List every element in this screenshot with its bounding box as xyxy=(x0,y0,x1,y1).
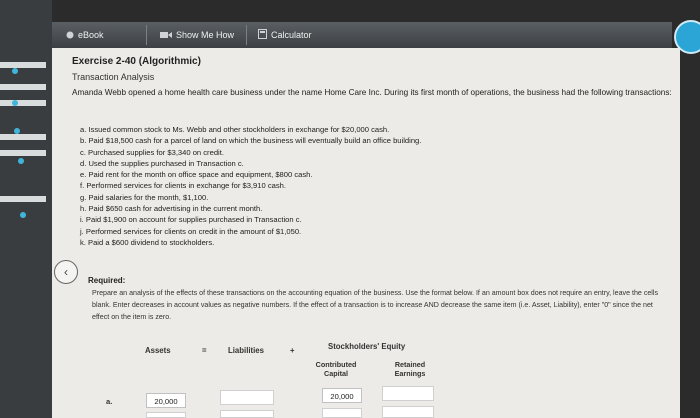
list-item: e. Paid rent for the month on office spa… xyxy=(80,170,313,180)
show-me-how-label: Show Me How xyxy=(176,30,235,40)
sidebar-divider xyxy=(0,196,46,202)
list-item: a. Issued common stock to Ms. Webb and o… xyxy=(80,125,390,134)
exercise-intro: Amanda Webb opened a home health care bu… xyxy=(72,88,672,97)
show-me-how-button[interactable]: Show Me How xyxy=(160,22,234,48)
nav-dot-3[interactable] xyxy=(14,128,20,134)
sidebar-divider xyxy=(0,100,46,106)
nav-dot-1[interactable] xyxy=(12,68,18,74)
liabilities-input[interactable] xyxy=(220,390,274,405)
video-icon xyxy=(160,23,172,49)
exercise-title: Exercise 2-40 (Algorithmic) xyxy=(72,56,201,67)
list-item: h. Paid $650 cash for advertising in the… xyxy=(80,204,263,214)
list-item: d. Used the supplies purchased in Transa… xyxy=(80,158,244,168)
contributed-capital-input[interactable] xyxy=(322,408,362,418)
transaction-list: a. Issued common stock to Ms. Webb and o… xyxy=(80,124,600,248)
ebook-button[interactable]: eBook xyxy=(66,22,104,48)
list-item: b. Paid $18,500 cash for a parcel of lan… xyxy=(80,136,422,146)
calculator-button[interactable]: Calculator xyxy=(258,22,312,48)
exercise-page: Exercise 2-40 (Algorithmic) Transaction … xyxy=(52,48,680,418)
back-button[interactable]: ‹ xyxy=(54,260,78,284)
instructions-text: Prepare an analysis of the effects of th… xyxy=(92,289,659,321)
list-item: j. Performed services for clients on cre… xyxy=(80,226,302,236)
sidebar-divider xyxy=(0,134,46,140)
exercise-subtitle: Transaction Analysis xyxy=(72,72,155,82)
list-item: k. Paid a $600 dividend to stockholders. xyxy=(80,237,215,247)
nav-dot-4[interactable] xyxy=(18,158,24,164)
ebook-label: eBook xyxy=(78,30,104,40)
toolbar-divider xyxy=(246,25,247,45)
liabilities-header: Liabilities xyxy=(228,346,264,355)
nav-dot-5[interactable] xyxy=(20,212,26,218)
calculator-label: Calculator xyxy=(271,30,312,40)
toolbar-divider xyxy=(146,25,147,45)
liabilities-input[interactable] xyxy=(220,410,274,418)
equals-sign: = xyxy=(202,346,207,355)
sidebar-divider xyxy=(0,62,46,68)
retained-earnings-input[interactable] xyxy=(382,386,434,401)
list-item: c. Purchased supplies for $3,340 on cred… xyxy=(80,147,224,157)
chevron-left-icon: ‹ xyxy=(64,265,68,279)
list-item: f. Performed services for clients in exc… xyxy=(80,181,286,191)
assets-header: Assets xyxy=(145,346,171,355)
assets-input[interactable] xyxy=(146,412,186,418)
nav-dot-2[interactable] xyxy=(12,100,18,106)
list-item: i. Paid $1,900 on account for supplies p… xyxy=(80,215,302,225)
contributed-capital-input[interactable]: 20,000 xyxy=(322,388,362,403)
contributed-capital-header: Contributed Capital xyxy=(315,360,357,378)
row-label: a. xyxy=(106,397,113,406)
list-item: g. Paid salaries for the month, $1,100. xyxy=(80,192,209,202)
required-label: Required: xyxy=(88,276,126,285)
equity-header: Stockholders' Equity xyxy=(328,342,406,351)
assets-input[interactable]: 20,000 xyxy=(146,393,186,408)
sidebar-divider xyxy=(0,84,46,90)
sidebar xyxy=(0,0,52,418)
retained-earnings-header: Retained Earnings xyxy=(394,360,426,378)
sidebar-divider xyxy=(0,150,46,156)
top-toolbar: eBook Show Me How Calculator xyxy=(52,22,672,49)
plus-sign: + xyxy=(290,346,295,355)
calculator-icon xyxy=(258,23,267,49)
ebook-icon xyxy=(66,23,74,49)
retained-earnings-input[interactable] xyxy=(382,406,434,418)
